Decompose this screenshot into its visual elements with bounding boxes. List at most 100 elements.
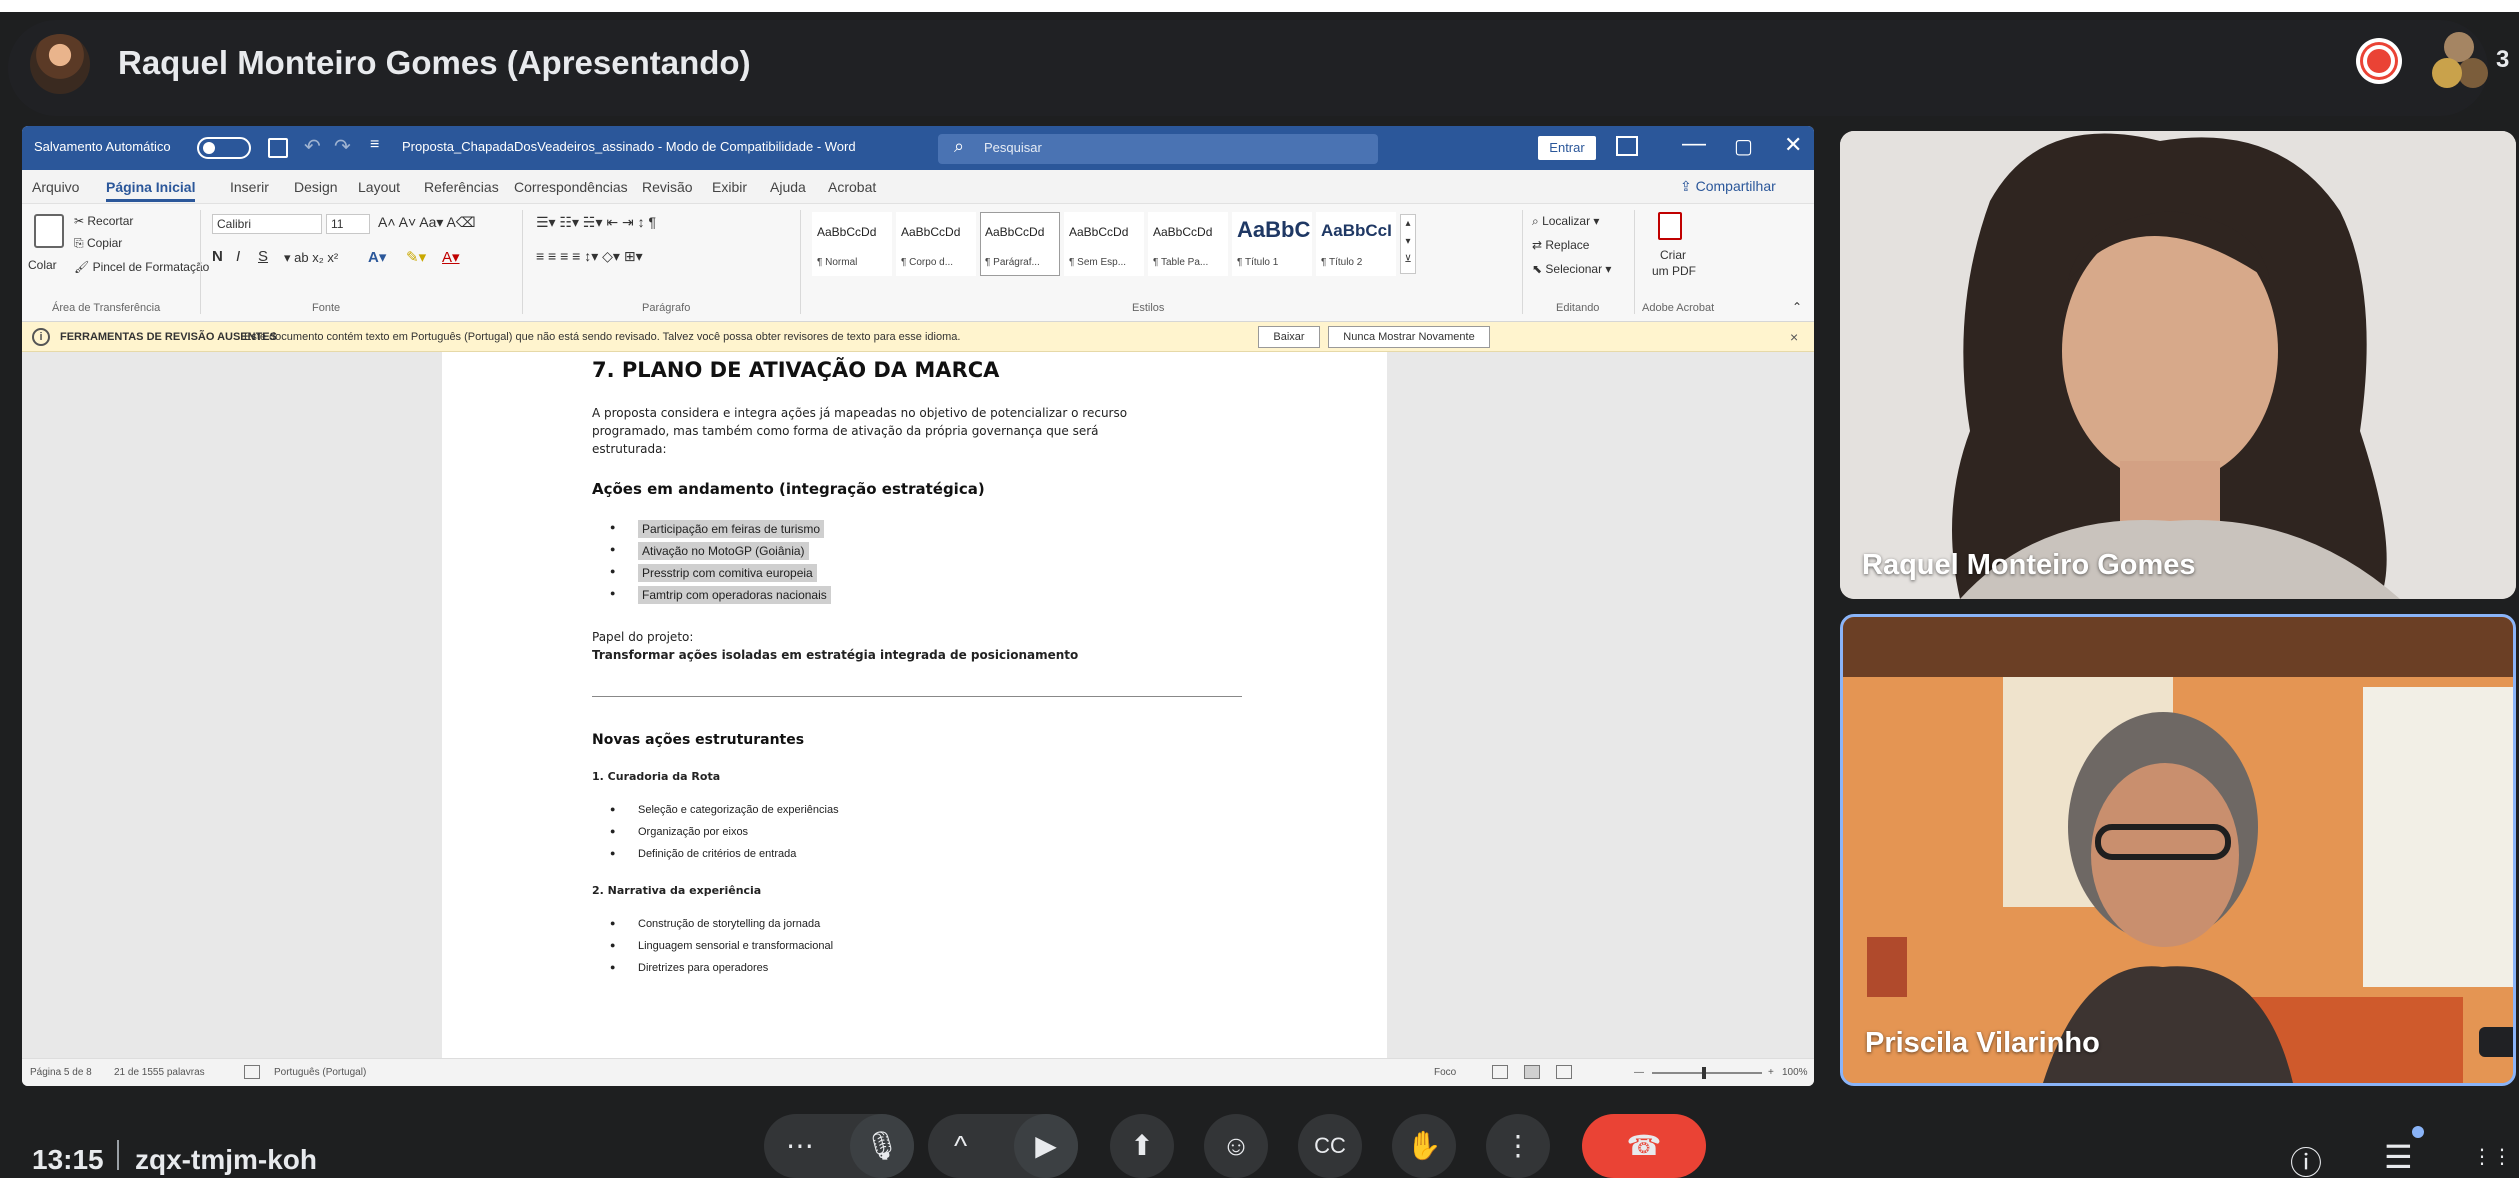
zoom-in-icon[interactable]: +: [1768, 1067, 1774, 1078]
tab-acrobat[interactable]: Acrobat: [828, 179, 876, 195]
proofing-icon[interactable]: [244, 1065, 260, 1079]
tab-inserir[interactable]: Inserir: [230, 179, 269, 195]
mic-control-group[interactable]: ⋯ 🎙: [764, 1114, 914, 1178]
list-buttons[interactable]: ☰▾ ☷▾ ☵▾ ⇤ ⇥ ↕ ¶: [536, 214, 656, 231]
paste-label[interactable]: Colar: [28, 258, 57, 272]
tab-arquivo[interactable]: Arquivo: [32, 179, 79, 195]
tab-design[interactable]: Design: [294, 179, 338, 195]
end-call-button[interactable]: ☎: [1582, 1114, 1706, 1178]
participant-tile-active[interactable]: Priscila Vilarinho: [1840, 614, 2516, 1086]
participant-tile[interactable]: Raquel Monteiro Gomes: [1840, 131, 2516, 599]
chat-icon[interactable]: ☰: [2384, 1138, 2413, 1176]
list-item: Organização por eixos: [610, 826, 748, 838]
select-button[interactable]: ⬉ Selecionar ▾: [1532, 262, 1611, 276]
word-status-bar: Página 5 de 8 21 de 1555 palavras Portug…: [22, 1058, 1814, 1086]
italic-button[interactable]: I: [236, 248, 240, 265]
pin-icon[interactable]: [2479, 1027, 2513, 1057]
signin-button[interactable]: Entrar: [1538, 136, 1596, 160]
mic-icon[interactable]: 🎙: [850, 1114, 914, 1178]
format-painter-button[interactable]: 🖌 Pincel de Formatação: [74, 260, 209, 274]
tab-exibir[interactable]: Exibir: [712, 179, 747, 195]
find-button[interactable]: ⌕ Localizar ▾: [1532, 214, 1599, 229]
notice-download-button[interactable]: Baixar: [1258, 326, 1320, 348]
style-name: ¶ Parágraf...: [985, 257, 1040, 268]
chevron-up-icon[interactable]: ^: [954, 1114, 967, 1178]
zoom-slider[interactable]: [1652, 1072, 1762, 1074]
web-layout-icon[interactable]: [1556, 1065, 1572, 1079]
camera-icon[interactable]: ▶: [1014, 1114, 1078, 1178]
style-paragrafo[interactable]: AaBbCcDd ¶ Parágraf...: [980, 212, 1060, 276]
more-options-button[interactable]: ⋮: [1486, 1114, 1550, 1178]
restore-button[interactable]: ▢: [1734, 134, 1753, 159]
meeting-info-icon[interactable]: ⓘ: [2290, 1138, 2322, 1178]
captions-button[interactable]: CC: [1298, 1114, 1362, 1178]
alignment-buttons[interactable]: ≡ ≡ ≡ ≡ ↕▾ ◇▾ ⊞▾: [536, 248, 643, 265]
style-sample: AaBbCcDd: [817, 225, 877, 239]
notice-never-show-button[interactable]: Nunca Mostrar Novamente: [1328, 326, 1490, 348]
tab-layout[interactable]: Layout: [358, 179, 400, 195]
language-indicator[interactable]: Português (Portugal): [274, 1067, 366, 1078]
notice-close-icon[interactable]: ×: [1790, 329, 1798, 345]
focus-mode-button[interactable]: Foco: [1434, 1067, 1456, 1078]
text-effects-icon[interactable]: A▾: [368, 248, 386, 266]
redo-icon[interactable]: ↷: [334, 134, 351, 159]
bold-button[interactable]: N: [212, 248, 223, 265]
highlight-color-icon[interactable]: ✎▾: [406, 248, 426, 266]
raise-hand-button[interactable]: ✋: [1392, 1114, 1456, 1178]
style-corpo[interactable]: AaBbCcDd ¶ Corpo d...: [896, 212, 976, 276]
present-button[interactable]: ⬆: [1110, 1114, 1174, 1178]
tab-referencias[interactable]: Referências: [424, 179, 499, 195]
cut-button[interactable]: ✂ Recortar: [74, 214, 133, 228]
close-button[interactable]: ✕: [1784, 132, 1802, 158]
underline-button[interactable]: S: [258, 248, 268, 265]
zoom-out-icon[interactable]: —: [1634, 1067, 1644, 1078]
font-name-select[interactable]: Calibri: [212, 214, 322, 234]
font-size-select[interactable]: 11: [326, 214, 370, 234]
participants-avatars-icon[interactable]: [2430, 30, 2486, 90]
tab-pagina-inicial[interactable]: Página Inicial: [106, 179, 196, 202]
paste-icon[interactable]: [34, 214, 64, 248]
minimize-button[interactable]: —: [1682, 130, 1706, 158]
font-grow-shrink-icons[interactable]: A˄ A˅ Aa▾ A⌫: [378, 214, 476, 231]
activities-icon[interactable]: ⋮⋮⋮: [2472, 1144, 2519, 1169]
emoji-button[interactable]: ☺: [1204, 1114, 1268, 1178]
zoom-slider-thumb[interactable]: [1702, 1067, 1706, 1079]
read-mode-icon[interactable]: [1492, 1065, 1508, 1079]
tab-ajuda[interactable]: Ajuda: [770, 179, 806, 195]
quick-access-more-icon[interactable]: ≡: [370, 136, 379, 154]
share-button[interactable]: ⇪ Compartilhar: [1680, 178, 1776, 195]
create-pdf-icon[interactable]: [1658, 212, 1682, 240]
more-options-icon[interactable]: ⋯: [786, 1114, 814, 1178]
font-color-icon[interactable]: A▾: [442, 248, 460, 266]
create-pdf-line1[interactable]: Criar: [1660, 248, 1686, 262]
list-item: Linguagem sensorial e transformacional: [610, 940, 833, 952]
strike-sub-sup-icons[interactable]: ▾ ab x₂ x²: [284, 250, 338, 266]
style-table-paragraph[interactable]: AaBbCcDd ¶ Table Pa...: [1148, 212, 1228, 276]
style-sample: AaBbCcDd: [985, 225, 1045, 239]
styles-scroll-icon[interactable]: ▴ ▾ ⊻: [1400, 214, 1416, 274]
undo-icon[interactable]: ↶: [304, 134, 321, 159]
style-sem-espacamento[interactable]: AaBbCcDd ¶ Sem Esp...: [1064, 212, 1144, 276]
style-normal[interactable]: AaBbCcDd ¶ Normal: [812, 212, 892, 276]
create-pdf-line2[interactable]: um PDF: [1652, 264, 1696, 278]
recording-icon[interactable]: [2356, 38, 2402, 84]
copy-button[interactable]: ⎘ Copiar: [74, 236, 122, 251]
print-layout-icon[interactable]: [1524, 1065, 1540, 1079]
tab-correspondencias[interactable]: Correspondências: [514, 179, 628, 195]
page-count[interactable]: Página 5 de 8: [30, 1067, 92, 1078]
style-titulo-1[interactable]: AaBbC ¶ Título 1: [1232, 212, 1312, 276]
document-page[interactable]: 7. PLANO DE ATIVAÇÃO DA MARCA A proposta…: [442, 352, 1387, 1058]
collapse-ribbon-icon[interactable]: ⌃: [1792, 300, 1802, 314]
zoom-level[interactable]: 100%: [1782, 1067, 1808, 1078]
style-titulo-2[interactable]: AaBbCcI ¶ Título 2: [1316, 212, 1396, 276]
camera-control-group[interactable]: ^ ▶: [928, 1114, 1078, 1178]
autosave-toggle[interactable]: [197, 137, 251, 159]
subsection-title: Novas ações estruturantes: [592, 732, 805, 748]
list-item: Ativação no MotoGP (Goiânia): [610, 542, 809, 560]
save-icon[interactable]: [268, 138, 288, 158]
autosave-label: Salvamento Automático: [34, 139, 171, 154]
tab-revisao[interactable]: Revisão: [642, 179, 693, 195]
ribbon-display-options-icon[interactable]: [1616, 136, 1638, 156]
word-count[interactable]: 21 de 1555 palavras: [114, 1067, 205, 1078]
replace-button[interactable]: ⇄ Replace: [1532, 238, 1589, 252]
